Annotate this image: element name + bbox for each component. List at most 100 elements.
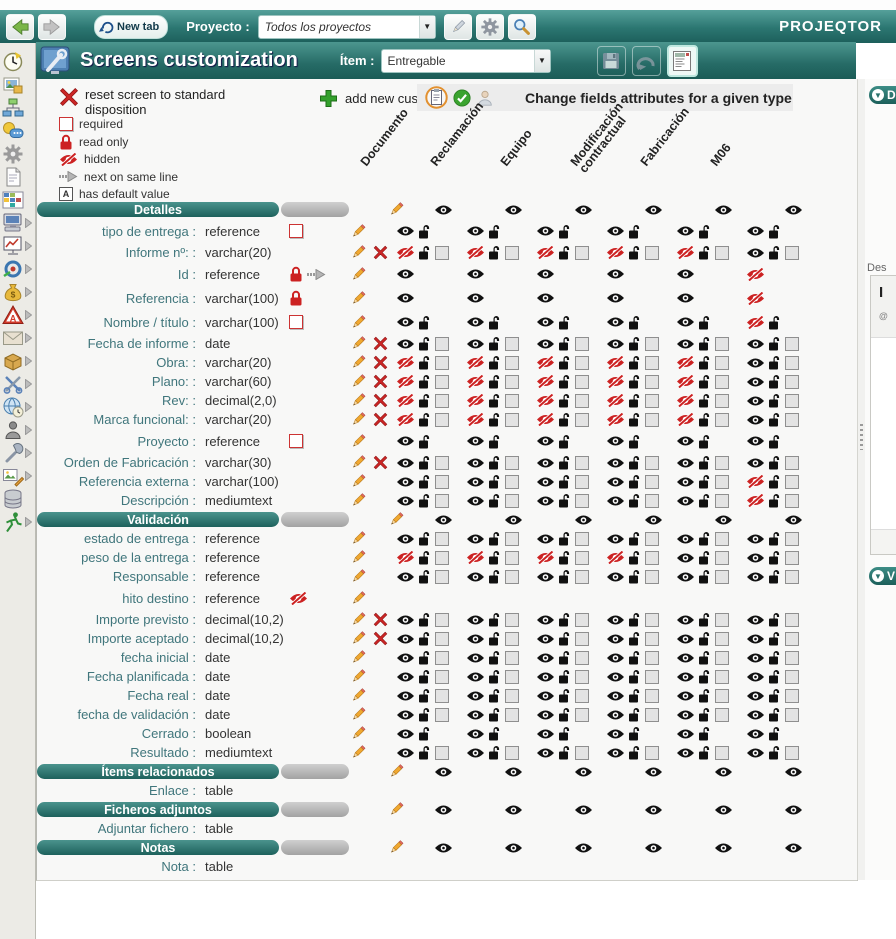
sidebar-item-humans[interactable]: [2, 418, 34, 441]
default-value-checkbox[interactable]: [435, 394, 449, 408]
lock-open-icon[interactable]: [628, 434, 641, 449]
visibility-hidden-icon[interactable]: [676, 413, 695, 426]
lock-open-icon[interactable]: [628, 650, 641, 665]
lock-open-icon[interactable]: [698, 569, 711, 584]
visibility-icon[interactable]: [676, 495, 695, 507]
visibility-icon[interactable]: [606, 533, 625, 545]
edit-pencil-icon[interactable]: [350, 266, 366, 283]
visibility-icon[interactable]: [536, 292, 555, 304]
visibility-icon[interactable]: [784, 204, 803, 216]
default-value-checkbox[interactable]: [505, 475, 519, 489]
visibility-icon[interactable]: [466, 614, 485, 626]
lock-open-icon[interactable]: [558, 726, 571, 741]
default-value-checkbox[interactable]: [785, 494, 799, 508]
sidebar-item-snapshot[interactable]: [2, 73, 34, 96]
default-value-checkbox[interactable]: [785, 613, 799, 627]
sidebar-item-expenses[interactable]: $: [2, 280, 34, 303]
default-value-checkbox[interactable]: [575, 456, 589, 470]
visibility-icon[interactable]: [676, 533, 695, 545]
lock-open-icon[interactable]: [558, 455, 571, 470]
lock-open-icon[interactable]: [488, 336, 501, 351]
visibility-hidden-icon[interactable]: [746, 316, 765, 329]
delete-x-icon[interactable]: [373, 631, 388, 646]
sidebar-item-configuration[interactable]: [2, 441, 34, 464]
lock-open-icon[interactable]: [418, 631, 431, 646]
default-value-checkbox[interactable]: [715, 375, 729, 389]
new-tab-button[interactable]: New tab: [94, 15, 168, 39]
lock-open-icon[interactable]: [768, 434, 781, 449]
lock-open-icon[interactable]: [698, 434, 711, 449]
visibility-icon[interactable]: [466, 671, 485, 683]
visibility-icon[interactable]: [574, 842, 593, 854]
lock-open-icon[interactable]: [418, 726, 431, 741]
default-value-checkbox[interactable]: [785, 337, 799, 351]
edit-pencil-icon[interactable]: [350, 433, 366, 450]
lock-open-icon[interactable]: [558, 707, 571, 722]
visibility-icon[interactable]: [746, 357, 765, 369]
lock-open-icon[interactable]: [488, 412, 501, 427]
expand-arrow-icon[interactable]: [25, 517, 32, 527]
visibility-icon[interactable]: [396, 690, 415, 702]
visibility-icon[interactable]: [644, 204, 663, 216]
lock-open-icon[interactable]: [418, 336, 431, 351]
undo-button[interactable]: [632, 46, 661, 76]
lock-open-icon[interactable]: [558, 650, 571, 665]
edit-pencil-icon[interactable]: [350, 630, 366, 647]
default-value-checkbox[interactable]: [785, 532, 799, 546]
lock-open-icon[interactable]: [628, 455, 641, 470]
default-value-checkbox[interactable]: [435, 551, 449, 565]
default-value-checkbox[interactable]: [505, 532, 519, 546]
default-value-checkbox[interactable]: [575, 651, 589, 665]
visibility-hidden-icon[interactable]: [746, 292, 765, 305]
lock-open-icon[interactable]: [488, 315, 501, 330]
sidebar-item-actions[interactable]: [2, 510, 34, 533]
visibility-icon[interactable]: [606, 435, 625, 447]
visibility-icon[interactable]: [396, 495, 415, 507]
lock-open-icon[interactable]: [768, 412, 781, 427]
visibility-icon[interactable]: [676, 268, 695, 280]
section-gray-pill[interactable]: [281, 764, 349, 779]
visibility-icon[interactable]: [396, 633, 415, 645]
default-value-checkbox[interactable]: [575, 337, 589, 351]
lock-open-icon[interactable]: [768, 726, 781, 741]
default-value-checkbox[interactable]: [785, 394, 799, 408]
visibility-hidden-icon[interactable]: [746, 494, 765, 507]
visibility-icon[interactable]: [676, 633, 695, 645]
default-value-checkbox[interactable]: [435, 337, 449, 351]
back-button[interactable]: [6, 14, 34, 40]
expand-arrow-icon[interactable]: [25, 402, 32, 412]
lock-open-icon[interactable]: [698, 631, 711, 646]
visibility-icon[interactable]: [746, 671, 765, 683]
visibility-icon[interactable]: [644, 804, 663, 816]
default-value-checkbox[interactable]: [785, 632, 799, 646]
lock-open-icon[interactable]: [628, 631, 641, 646]
lock-open-icon[interactable]: [628, 393, 641, 408]
lock-open-icon[interactable]: [488, 245, 501, 260]
lock-open-icon[interactable]: [768, 455, 781, 470]
visibility-icon[interactable]: [536, 338, 555, 350]
visibility-icon[interactable]: [714, 842, 733, 854]
lock-open-icon[interactable]: [488, 745, 501, 760]
visibility-icon[interactable]: [606, 457, 625, 469]
project-select[interactable]: Todos los proyectos ▼: [258, 15, 436, 39]
visibility-hidden-icon[interactable]: [396, 394, 415, 407]
lock-open-icon[interactable]: [698, 707, 711, 722]
visibility-icon[interactable]: [676, 614, 695, 626]
default-value-checkbox[interactable]: [785, 708, 799, 722]
lock-open-icon[interactable]: [768, 245, 781, 260]
visibility-icon[interactable]: [466, 690, 485, 702]
lock-open-icon[interactable]: [628, 688, 641, 703]
edit-pencil-icon[interactable]: [350, 668, 366, 685]
default-value-checkbox[interactable]: [645, 670, 659, 684]
lock-open-icon[interactable]: [698, 688, 711, 703]
visibility-hidden-icon[interactable]: [676, 246, 695, 259]
visibility-icon[interactable]: [606, 633, 625, 645]
visibility-icon[interactable]: [676, 709, 695, 721]
edit-pencil-icon[interactable]: [350, 706, 366, 723]
visibility-icon[interactable]: [746, 376, 765, 388]
lock-open-icon[interactable]: [558, 224, 571, 239]
lock-open-icon[interactable]: [768, 612, 781, 627]
visibility-icon[interactable]: [466, 533, 485, 545]
default-value-checkbox[interactable]: [785, 456, 799, 470]
item-select[interactable]: Entregable ▼: [381, 49, 551, 73]
